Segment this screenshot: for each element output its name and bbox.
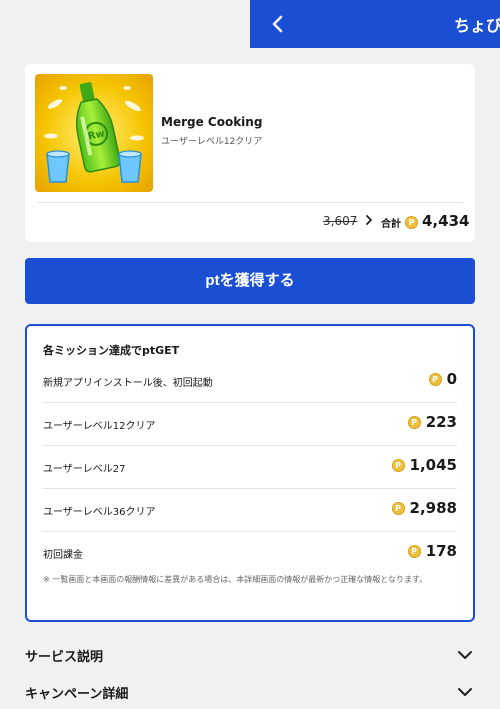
coin-icon: P	[405, 216, 418, 229]
mission-label: 新規アプリインストール後、初回起動	[43, 378, 213, 389]
section-campaign-details[interactable]: キャンペーン詳細	[25, 679, 475, 709]
disclaimer-note: ※ 一覧画面と本画面の報酬情報に差異がある場合は、本詳細画面の情報が最新かつ正確…	[43, 575, 428, 584]
mission-label: ユーザーレベル27	[43, 464, 126, 475]
list-item: 初回課金 P 178	[43, 532, 457, 575]
section-label: キャンペーン詳細	[25, 687, 129, 702]
mission-points: 0	[446, 370, 457, 388]
page-title: ちょびリッチ	[454, 16, 500, 35]
mission-label: 初回課金	[43, 550, 83, 561]
coin-icon: P	[391, 501, 405, 515]
chevron-left-icon	[272, 15, 283, 33]
list-item: 新規アプリインストール後、初回起動 P0	[43, 360, 457, 403]
chevron-down-icon	[457, 683, 473, 702]
app-subtitle: ユーザーレベル12クリア	[161, 137, 263, 147]
section-label: サービス説明	[25, 650, 104, 665]
divider	[37, 202, 463, 203]
get-points-button[interactable]: ptを獲得する	[25, 258, 475, 304]
list-item: ユーザーレベル12クリア P 223	[43, 403, 457, 446]
coin-icon: P	[407, 415, 421, 429]
mission-points: 223	[425, 413, 457, 431]
chevron-down-icon	[457, 646, 473, 665]
total-points: 4,434	[422, 212, 470, 230]
app-card: Rw Merge Cooking ユーザーレベル12クリア 3,607 合計 P…	[25, 64, 475, 242]
coin-icon: P	[407, 544, 421, 558]
coin-icon: P	[428, 372, 442, 386]
mission-label: ユーザーレベル36クリア	[43, 507, 156, 518]
back-button[interactable]	[264, 10, 292, 38]
total-label: 合計	[381, 219, 401, 230]
mission-label: ユーザーレベル12クリア	[43, 421, 156, 432]
app-icon: Rw	[35, 74, 153, 192]
mission-points: 2,988	[409, 499, 457, 517]
list-item: ユーザーレベル36クリア P 2,988	[43, 489, 457, 532]
app-name: Merge Cooking	[161, 115, 263, 129]
old-points: 3,607	[323, 214, 358, 228]
mission-list: 各ミッション達成でptGET 新規アプリインストール後、初回起動 P0 ユーザー…	[25, 324, 475, 622]
coin-icon: P	[391, 458, 405, 472]
mission-points: 1,045	[409, 456, 457, 474]
top-bar: ちょびリッチ	[250, 0, 500, 48]
mission-list-title: 各ミッション達成でptGET	[43, 344, 180, 357]
chevron-right-icon	[365, 214, 373, 230]
section-service-description[interactable]: サービス説明	[25, 642, 475, 672]
mission-points: 178	[425, 542, 457, 560]
list-item: ユーザーレベル27 P 1,045	[43, 446, 457, 489]
